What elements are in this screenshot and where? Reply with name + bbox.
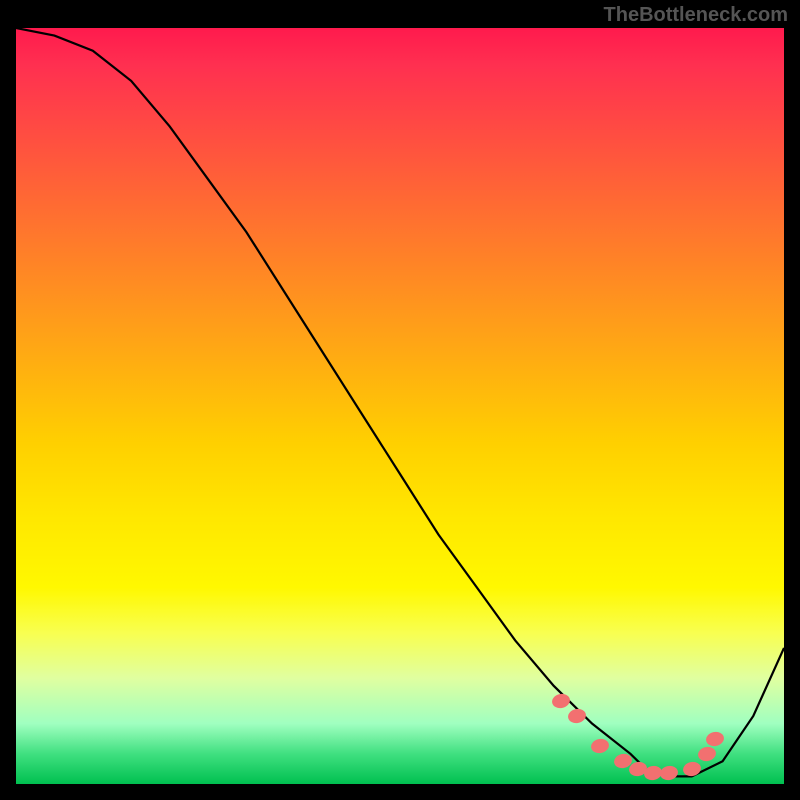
chart-dot <box>705 730 726 747</box>
chart-line-path <box>16 28 784 776</box>
chart-curve-svg <box>16 28 784 784</box>
chart-plot-area <box>16 28 784 784</box>
chart-dot <box>659 764 680 781</box>
chart-dot <box>682 760 703 777</box>
chart-dot <box>589 737 610 754</box>
chart-dot <box>551 692 572 709</box>
chart-dot <box>697 745 718 762</box>
watermark-text: TheBottleneck.com <box>604 4 788 27</box>
chart-dot <box>566 707 587 724</box>
